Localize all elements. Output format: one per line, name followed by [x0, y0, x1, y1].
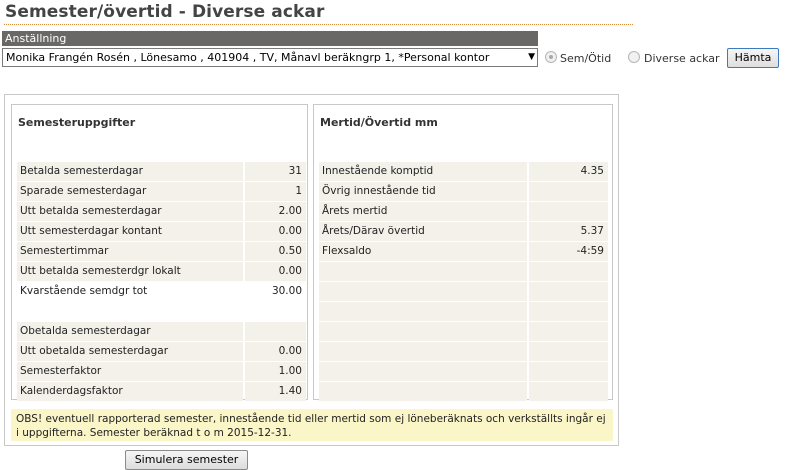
overtime-rows: Innestående komptid 4.35 Övrig innestående… [319, 161, 608, 401]
table-row [319, 361, 608, 381]
row-value: 0.50 [245, 242, 306, 261]
page-title: Semester/övertid - Diverse ackar [5, 2, 325, 22]
results-panel: Semesteruppgifter Betalda semesterdagar 3… [4, 94, 619, 446]
table-row [319, 341, 608, 361]
diverse-ackar-label: Diverse ackar [644, 52, 720, 65]
table-row: Sparade semesterdagar 1 [17, 181, 306, 201]
notice-text: OBS! eventuell rapporterad semester, inn… [11, 409, 613, 441]
row-value: 1.40 [245, 382, 306, 401]
sem-otid-label: Sem/Ötid [560, 52, 612, 65]
row-value [529, 322, 608, 341]
vacation-rows: Betalda semesterdagar 31 Sparade semesterd… [17, 161, 306, 401]
row-label: Övrig innestående tid [319, 182, 527, 201]
table-row: Obetalda semesterdagar [17, 321, 306, 341]
simulate-vacation-button[interactable]: Simulera semester [125, 450, 248, 470]
row-value [529, 262, 608, 281]
vacation-column: Semesteruppgifter Betalda semesterdagar 3… [11, 104, 308, 401]
overtime-title: Mertid/Övertid mm [320, 116, 438, 129]
diverse-ackar-radio[interactable] [628, 51, 640, 63]
row-value: 4.35 [529, 162, 608, 181]
row-label [319, 322, 527, 341]
table-row: Övrig innestående tid [319, 181, 608, 201]
row-value [529, 182, 608, 201]
table-row [17, 301, 306, 321]
table-row: Betalda semesterdagar 31 [17, 161, 306, 181]
table-row [319, 301, 608, 321]
row-value: 0.00 [245, 222, 306, 241]
row-value [245, 322, 306, 341]
row-value: 2.00 [245, 202, 306, 221]
employment-select[interactable]: Monika Frangén Rosén , Lönesamo , 401904… [2, 48, 538, 67]
row-label [319, 302, 527, 321]
row-label: Semesterfaktor [17, 362, 243, 381]
table-row [319, 321, 608, 341]
row-value: 0.00 [245, 262, 306, 281]
table-row: Utt betalda semesterdagar 2.00 [17, 201, 306, 221]
row-label [319, 382, 527, 401]
row-value [529, 302, 608, 321]
row-label: Utt semesterdagar kontant [17, 222, 243, 241]
employment-header: Anställning [2, 31, 538, 46]
row-value [245, 302, 306, 321]
table-row: Semesterfaktor 1.00 [17, 361, 306, 381]
table-row: Utt betalda semesterdgr lokalt 0.00 [17, 261, 306, 281]
row-label: Kvarstående semdgr tot [17, 282, 243, 301]
row-value: -4:59 [529, 242, 608, 261]
row-label: Semestertimmar [17, 242, 243, 261]
row-value: 5.37 [529, 222, 608, 241]
sem-otid-radio[interactable] [545, 51, 557, 63]
row-label [17, 302, 243, 321]
title-divider [4, 24, 633, 25]
row-label: Sparade semesterdagar [17, 182, 243, 201]
row-value: 1.00 [245, 362, 306, 381]
row-value [529, 282, 608, 301]
row-label: Utt betalda semesterdagar [17, 202, 243, 221]
vacation-title: Semesteruppgifter [18, 116, 136, 129]
row-label: Årets/Därav övertid [319, 222, 527, 241]
row-label: Flexsaldo [319, 242, 527, 261]
table-row: Kalenderdagsfaktor 1.40 [17, 381, 306, 401]
row-value: 1 [245, 182, 306, 201]
row-value [529, 202, 608, 221]
row-label: Kalenderdagsfaktor [17, 382, 243, 401]
row-label: Utt obetalda semesterdagar [17, 342, 243, 361]
fetch-button[interactable]: Hämta [727, 48, 779, 68]
table-row: Utt semesterdagar kontant 0.00 [17, 221, 306, 241]
table-row: Utt obetalda semesterdagar 0.00 [17, 341, 306, 361]
row-label [319, 342, 527, 361]
table-row: Årets/Därav övertid 5.37 [319, 221, 608, 241]
row-label [319, 362, 527, 381]
row-label: Utt betalda semesterdgr lokalt [17, 262, 243, 281]
row-label [319, 282, 527, 301]
row-label: Innestående komptid [319, 162, 527, 181]
row-value [529, 362, 608, 381]
table-row [319, 261, 608, 281]
row-value [529, 342, 608, 361]
table-row: Årets mertid [319, 201, 608, 221]
table-row [319, 381, 608, 401]
overtime-column: Mertid/Övertid mm Innestående komptid 4.3… [313, 104, 613, 401]
chevron-down-icon[interactable]: ▼ [528, 49, 535, 66]
row-label [319, 262, 527, 281]
row-label: Betalda semesterdagar [17, 162, 243, 181]
row-value: 31 [245, 162, 306, 181]
table-row: Innestående komptid 4.35 [319, 161, 608, 181]
table-row: Kvarstående semdgr tot 30.00 [17, 281, 306, 301]
row-value: 30.00 [245, 282, 306, 301]
row-label: Obetalda semesterdagar [17, 322, 243, 341]
table-row: Flexsaldo -4:59 [319, 241, 608, 261]
table-row [319, 281, 608, 301]
row-value: 0.00 [245, 342, 306, 361]
row-label: Årets mertid [319, 202, 527, 221]
table-row: Semestertimmar 0.50 [17, 241, 306, 261]
row-value [529, 382, 608, 401]
employment-select-value: Monika Frangén Rosén , Lönesamo , 401904… [6, 51, 490, 64]
